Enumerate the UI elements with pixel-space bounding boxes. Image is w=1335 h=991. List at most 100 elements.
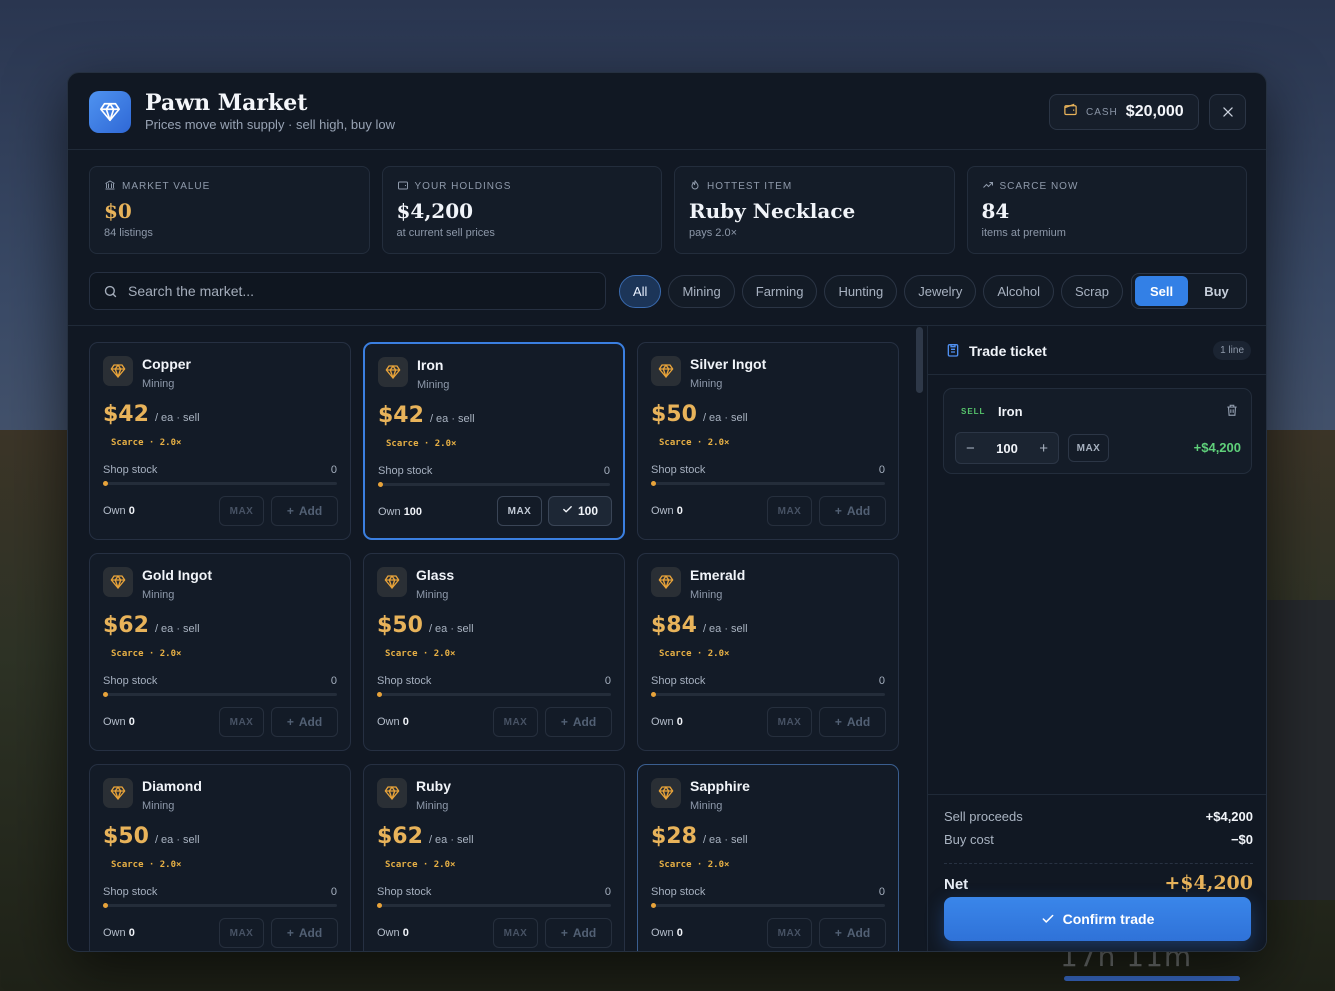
item-price-row: $42 / ea · sell — [103, 402, 200, 427]
check-icon — [1042, 914, 1054, 923]
item-name: Copper — [142, 356, 191, 372]
stat-sub: items at premium — [981, 227, 1066, 239]
filter-chip-jewelry[interactable]: Jewelry — [904, 275, 977, 308]
close-button[interactable] — [1209, 94, 1246, 130]
stock-bar — [378, 482, 610, 487]
max-button[interactable]: MAX — [767, 918, 812, 948]
item-card-glass[interactable]: Glass Mining $50 / ea · sell Scarce · 2.0× Sh… — [363, 553, 625, 751]
stat-value: Ruby Necklace — [689, 199, 856, 223]
max-button[interactable]: MAX — [767, 496, 812, 526]
item-price-unit: / ea · sell — [702, 834, 748, 846]
max-button[interactable]: MAX — [493, 707, 538, 737]
add-button[interactable]: + Add — [545, 918, 612, 948]
gem-icon — [377, 778, 407, 808]
shop-stock-value: 0 — [878, 675, 885, 687]
owned-count: Own 0 — [103, 505, 135, 517]
ticket-max-button[interactable]: MAX — [1068, 434, 1109, 462]
filter-chip-hunting[interactable]: Hunting — [824, 275, 898, 308]
mode-toggle: Sell Buy — [1131, 273, 1247, 309]
stock-bar-fill — [377, 903, 382, 908]
shop-stock-label: Shop stock — [377, 675, 432, 687]
mode-sell-button[interactable]: Sell — [1135, 276, 1188, 306]
scarce-badge: Scarce · 2.0× — [111, 438, 182, 448]
gem-icon — [103, 567, 133, 597]
stat-card: SCARCE NOW 84 items at premium — [966, 166, 1247, 254]
toolbar: AllMiningFarmingHuntingJewelryAlcoholScr… — [89, 272, 1247, 310]
ticket-line-count: 1 line — [1213, 341, 1251, 360]
item-price-unit: / ea · sell — [154, 623, 200, 635]
filter-chip-mining[interactable]: Mining — [668, 275, 735, 308]
stock-bar-fill — [651, 481, 656, 486]
trade-ticket-panel: Trade ticket 1 line SELL Iron − 100 + MA… — [927, 326, 1266, 951]
item-price-unit: / ea · sell — [154, 412, 200, 424]
grid-scrollbar[interactable] — [916, 327, 923, 393]
add-button[interactable]: + Add — [271, 496, 338, 526]
filter-chip-alcohol[interactable]: Alcohol — [983, 275, 1054, 308]
item-price-unit: / ea · sell — [428, 834, 474, 846]
item-price-row: $50 / ea · sell — [651, 402, 748, 427]
sell-proceeds-row: Sell proceeds +$4,200 — [944, 809, 1253, 824]
item-price-row: $62 / ea · sell — [377, 824, 474, 849]
clipboard-icon — [945, 342, 961, 363]
bank-icon — [104, 179, 116, 194]
shop-stock-value: 0 — [604, 886, 611, 898]
stat-value: 84 — [981, 199, 1010, 223]
shop-stock-label: Shop stock — [651, 464, 706, 476]
max-button[interactable]: MAX — [219, 707, 264, 737]
stat-value: $0 — [104, 199, 132, 223]
decrement-button[interactable]: − — [966, 440, 975, 457]
mode-buy-button[interactable]: Buy — [1190, 276, 1243, 306]
owned-count: Own 0 — [651, 505, 683, 517]
scarce-badge: Scarce · 2.0× — [659, 438, 730, 448]
item-card-sapphire[interactable]: Sapphire Mining $28 / ea · sell Scarce · 2.0… — [637, 764, 899, 951]
item-category: Mining — [417, 379, 450, 391]
confirm-trade-label: Confirm trade — [1062, 911, 1155, 927]
check-icon — [562, 504, 573, 518]
quantity-value[interactable]: 100 — [996, 441, 1018, 456]
add-button[interactable]: + Add — [271, 707, 338, 737]
close-icon — [1222, 107, 1233, 117]
add-button[interactable]: + Add — [545, 707, 612, 737]
plus-icon: + — [834, 715, 842, 729]
added-button[interactable]: 100 — [548, 496, 612, 526]
stock-bar-fill — [103, 692, 108, 697]
add-button[interactable]: + Add — [819, 707, 886, 737]
add-button[interactable]: + Add — [819, 918, 886, 948]
confirm-trade-button[interactable]: Confirm trade — [944, 897, 1251, 941]
flame-icon — [689, 179, 701, 194]
net-value: +$4,200 — [1164, 872, 1253, 894]
shop-stock-value: 0 — [878, 886, 885, 898]
item-price-unit: / ea · sell — [154, 834, 200, 846]
max-button[interactable]: MAX — [219, 496, 264, 526]
filter-chip-all[interactable]: All — [619, 275, 662, 308]
stock-bar-fill — [651, 903, 656, 908]
item-card-ruby[interactable]: Ruby Mining $62 / ea · sell Scarce · 2.0× Sho… — [363, 764, 625, 951]
item-price-row: $42 / ea · sell — [378, 403, 475, 428]
item-card-iron[interactable]: Iron Mining $42 / ea · sell Scarce · 2.0× Sho… — [363, 342, 625, 540]
shop-stock-row: Shop stock 0 — [651, 886, 885, 898]
search-box — [89, 272, 606, 310]
max-button[interactable]: MAX — [497, 496, 542, 526]
item-card-diamond[interactable]: Diamond Mining $50 / ea · sell Scarce · 2.0×… — [89, 764, 351, 951]
max-button[interactable]: MAX — [767, 707, 812, 737]
item-card-silver-ingot[interactable]: Silver Ingot Mining $50 / ea · sell Scarce ·… — [637, 342, 899, 540]
filter-chip-scrap[interactable]: Scrap — [1060, 275, 1123, 308]
item-card-emerald[interactable]: Emerald Mining $84 / ea · sell Scarce · 2.0×… — [637, 553, 899, 751]
stock-bar — [651, 692, 885, 697]
item-card-copper[interactable]: Copper Mining $42 / ea · sell Scarce · 2.0× S… — [89, 342, 351, 540]
stock-bar-fill — [103, 903, 108, 908]
add-button[interactable]: + Add — [819, 496, 886, 526]
max-button[interactable]: MAX — [493, 918, 538, 948]
increment-button[interactable]: + — [1039, 440, 1048, 457]
add-button[interactable]: + Add — [271, 918, 338, 948]
item-name: Ruby — [416, 778, 451, 794]
filter-chip-farming[interactable]: Farming — [741, 275, 818, 308]
max-button[interactable]: MAX — [219, 918, 264, 948]
item-card-gold-ingot[interactable]: Gold Ingot Mining $62 / ea · sell Scarce · 2… — [89, 553, 351, 751]
trash-icon[interactable] — [1225, 403, 1239, 422]
stock-bar — [377, 692, 611, 697]
item-category: Mining — [416, 800, 449, 812]
stat-card: YOUR HOLDINGS $4,200 at current sell price… — [381, 166, 662, 254]
plus-icon: + — [286, 504, 294, 518]
search-input[interactable] — [128, 283, 568, 299]
